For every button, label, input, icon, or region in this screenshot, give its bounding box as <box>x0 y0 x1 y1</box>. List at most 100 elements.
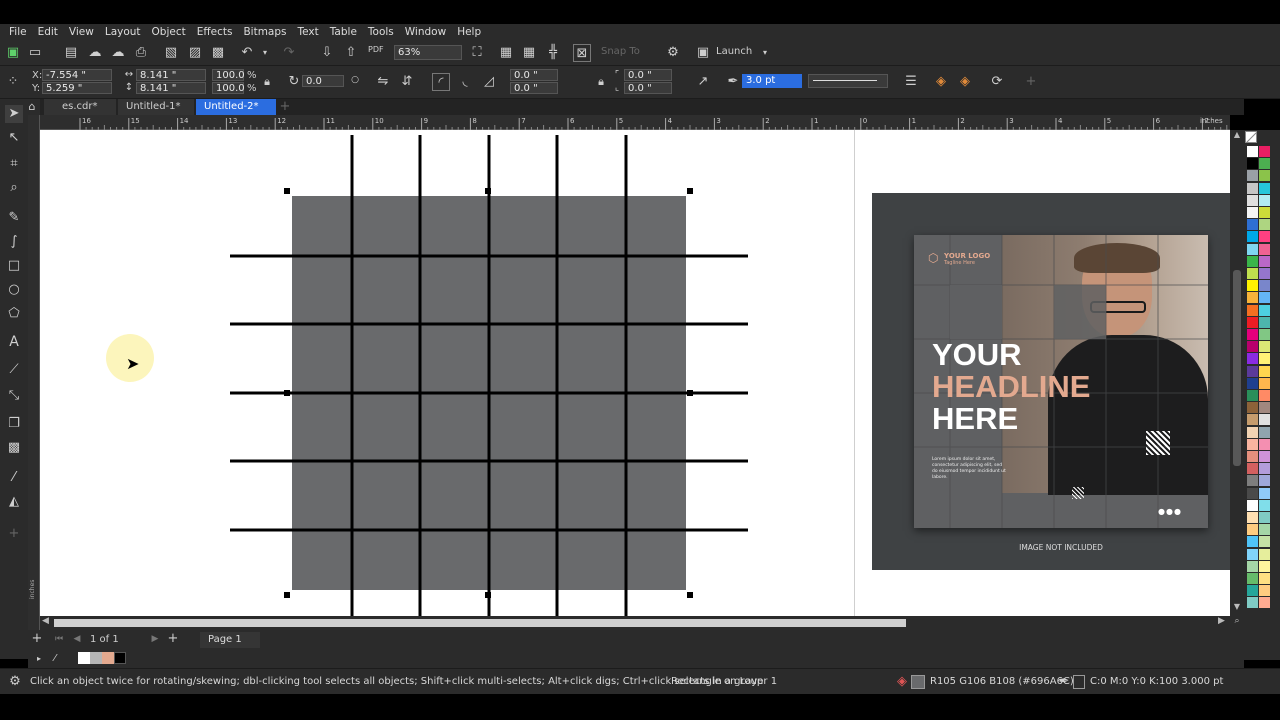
settings-gear-icon[interactable]: ⚙ <box>6 673 24 691</box>
palette-swatch[interactable] <box>1247 499 1258 511</box>
y-position-field[interactable]: 5.259 " <box>42 82 112 94</box>
undo-icon[interactable]: ↶ <box>238 44 256 62</box>
menu-view[interactable]: View <box>69 26 94 38</box>
palette-swatch[interactable] <box>1247 182 1258 194</box>
show-grid-icon[interactable]: ▦ <box>520 44 538 62</box>
palette-swatch[interactable] <box>1259 207 1270 218</box>
palette-swatch[interactable] <box>1247 316 1258 328</box>
palette-swatch[interactable] <box>1259 170 1270 182</box>
vertical-ruler[interactable]: inches <box>28 115 40 630</box>
page-1-tab[interactable]: Page 1 <box>200 632 260 648</box>
export-icon[interactable]: ⇧ <box>342 44 360 62</box>
palette-swatch[interactable] <box>1247 597 1258 609</box>
eyedropper-icon[interactable]: ⁄ <box>5 469 23 487</box>
palette-swatch[interactable] <box>1247 341 1258 353</box>
horizontal-scroll-thumb[interactable] <box>54 619 906 627</box>
cloud-upload-icon[interactable]: ☁ <box>109 44 127 62</box>
polygon-tool-icon[interactable]: ⬠ <box>5 305 23 323</box>
outline-color-swatch[interactable] <box>1073 675 1085 689</box>
mirror-vertical-icon[interactable]: ⇵ <box>398 73 416 91</box>
palette-swatch[interactable] <box>1259 512 1270 523</box>
crop-tool-icon[interactable]: ⌗ <box>5 155 23 173</box>
palette-swatch[interactable] <box>1247 548 1258 560</box>
palette-swatch[interactable] <box>1247 536 1258 548</box>
palette-swatch[interactable] <box>1247 585 1258 597</box>
menu-object[interactable]: Object <box>152 26 186 38</box>
swatch-white[interactable] <box>78 652 90 664</box>
horizontal-scrollbar[interactable]: ◀ ▶ <box>40 616 1230 630</box>
corner-radius-top-right[interactable]: 0.0 " <box>624 69 672 81</box>
rotation-angle-field[interactable]: 0.0 <box>302 75 344 87</box>
menu-help[interactable]: Help <box>457 26 481 38</box>
text-wrap-icon[interactable]: ☰ <box>902 73 920 91</box>
redo-icon[interactable]: ↷ <box>280 44 298 62</box>
palette-swatch[interactable] <box>1259 365 1270 377</box>
palette-swatch[interactable] <box>1259 585 1270 597</box>
palette-swatch[interactable] <box>1259 487 1270 499</box>
palette-swatch[interactable] <box>1247 463 1258 475</box>
text-tool-icon[interactable]: A <box>5 333 23 351</box>
palette-swatch[interactable] <box>1259 219 1270 231</box>
outline-width-field[interactable]: 3.0 pt <box>742 74 802 88</box>
add-page-after-icon[interactable]: + <box>164 630 182 648</box>
palette-swatch[interactable] <box>1247 194 1258 206</box>
palette-swatch[interactable] <box>1247 377 1258 389</box>
palette-swatch[interactable] <box>1247 512 1258 523</box>
new-document-icon[interactable]: ▣ <box>4 44 22 62</box>
horizontal-ruler[interactable]: 16 15 14 13 12 11 10 9 8 7 6 5 4 3 2 1 0 1 2 3 4 5 6 7 inches <box>40 115 1246 130</box>
palette-swatch[interactable] <box>1259 194 1270 206</box>
object-origin-icon[interactable]: ⁘ <box>4 73 22 91</box>
prev-page-icon[interactable]: ◀ <box>68 630 86 648</box>
palette-swatch[interactable] <box>1247 487 1258 499</box>
ellipse-tool-icon[interactable]: ○ <box>5 281 23 299</box>
shape-tool-icon[interactable]: ↖ <box>5 129 23 147</box>
palette-swatch[interactable] <box>1259 451 1270 462</box>
palette-swatch[interactable] <box>1259 146 1270 157</box>
palette-swatch[interactable] <box>1247 402 1258 414</box>
palette-swatch[interactable] <box>1247 524 1258 536</box>
menu-effects[interactable]: Effects <box>197 26 233 38</box>
parallel-dimension-icon[interactable]: ⟋ <box>5 361 23 379</box>
palette-swatch[interactable] <box>1259 426 1270 438</box>
height-field[interactable]: 8.141 " <box>136 82 206 94</box>
print-icon[interactable]: ⎙ <box>132 44 150 62</box>
paste-icon[interactable]: ▩ <box>209 44 227 62</box>
snap-to-dropdown[interactable]: Snap To <box>601 46 640 57</box>
add-icon[interactable]: + <box>1022 73 1040 91</box>
zoom-tool-icon[interactable]: ⌕ <box>5 179 23 197</box>
transparency-tool-icon[interactable]: ▩ <box>5 439 23 457</box>
palette-swatch[interactable] <box>1247 292 1258 304</box>
palette-swatch[interactable] <box>1259 524 1270 536</box>
drawing-canvas[interactable]: ➤ ⬡ YOUR LOGO Tagline Here YOUR HEADLINE… <box>40 130 1230 616</box>
pick-tool-icon[interactable]: ➤ <box>5 105 23 123</box>
preview-image[interactable]: ⬡ YOUR LOGO Tagline Here YOUR HEADLINE H… <box>872 193 1230 570</box>
palette-swatch[interactable] <box>1259 304 1270 316</box>
tab-untitled-1[interactable]: Untitled-1* <box>118 99 194 115</box>
scalloped-corner-icon[interactable]: ◟ <box>456 73 474 91</box>
scroll-right-icon[interactable]: ▶ <box>1218 616 1225 626</box>
palette-swatch[interactable] <box>1247 304 1258 316</box>
mirror-horizontal-icon[interactable]: ⇋ <box>374 73 392 91</box>
width-field[interactable]: 8.141 " <box>136 69 206 81</box>
palette-swatch[interactable] <box>1247 451 1258 462</box>
to-front-icon[interactable]: ◈ <box>932 73 950 91</box>
first-page-icon[interactable]: ⏮ <box>50 630 68 648</box>
palette-swatch[interactable] <box>1259 597 1270 609</box>
cloud-download-icon[interactable]: ☁ <box>86 44 104 62</box>
palette-swatch[interactable] <box>1259 390 1270 401</box>
launch-icon[interactable]: ▣ <box>694 44 712 62</box>
round-corner-icon[interactable]: ◜ <box>432 73 450 91</box>
palette-swatch[interactable] <box>1247 231 1258 243</box>
launch-button[interactable]: Launch <box>716 46 752 57</box>
menu-table[interactable]: Table <box>330 26 357 38</box>
palette-swatch[interactable] <box>1259 548 1270 560</box>
save-icon[interactable]: ▤ <box>62 44 80 62</box>
cut-icon[interactable]: ▧ <box>162 44 180 62</box>
palette-swatch[interactable] <box>1259 414 1270 426</box>
drop-shadow-icon[interactable]: ❐ <box>5 415 23 433</box>
menu-layout[interactable]: Layout <box>105 26 141 38</box>
new-tab-icon[interactable]: + <box>276 98 294 116</box>
palette-swatch[interactable] <box>1259 292 1270 304</box>
palette-swatch[interactable] <box>1259 316 1270 328</box>
palette-swatch[interactable] <box>1259 329 1270 340</box>
